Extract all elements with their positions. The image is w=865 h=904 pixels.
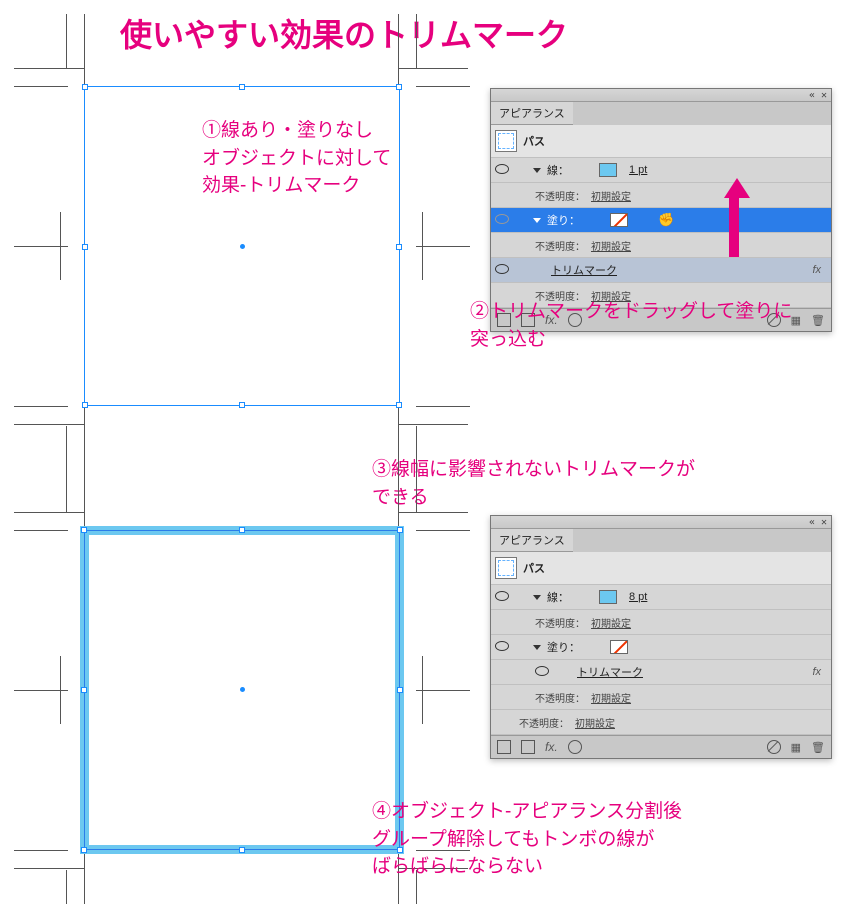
fill-row[interactable]: 塗り： (491, 635, 831, 660)
disclosure-triangle-icon[interactable] (533, 595, 541, 600)
trim-mark (14, 850, 68, 851)
new-fill-icon[interactable] (521, 740, 535, 754)
trim-mark (398, 512, 468, 513)
trim-mark (416, 530, 470, 531)
no-icon[interactable] (767, 740, 781, 754)
trim-mark (422, 656, 423, 724)
panel-titlebar[interactable]: « ✕ (491, 516, 831, 529)
annotation-3: ③線幅に影響されないトリムマークが できる (372, 456, 695, 511)
panel-footer: fx. (491, 735, 831, 758)
panel-titlebar[interactable]: « ✕ (491, 89, 831, 102)
fill-swatch-none[interactable] (610, 640, 628, 654)
appearance-panel-2[interactable]: « ✕ アピアランス パス 線： 8 pt 不透明度： 初期設定 (490, 515, 832, 759)
object-thumbnail (495, 557, 517, 579)
trim-mark (398, 68, 468, 69)
fx-icon[interactable]: fx (812, 666, 827, 678)
fill-opacity-row[interactable]: 不透明度： 初期設定 (491, 685, 831, 710)
annotation-4: ④オブジェクト-アピアランス分割後 グループ解除してもトンボの線が ばらばらにな… (372, 798, 682, 881)
drag-cursor-icon: ✊ (658, 212, 674, 228)
panel-tab[interactable]: アピアランス (491, 529, 573, 552)
annotation-2: ②トリムマークをドラッグして塗りに 突っ込む (470, 298, 792, 353)
fill-opacity-row[interactable]: 不透明度： 初期設定 (491, 233, 831, 258)
trim-mark (14, 68, 84, 69)
trim-mark (14, 512, 84, 513)
trim-mark (66, 14, 67, 68)
stroke-value[interactable]: 8 pt (629, 591, 647, 603)
visibility-icon[interactable] (495, 214, 509, 227)
trim-mark (416, 406, 470, 407)
fx-icon[interactable]: fx (812, 264, 827, 276)
trim-mark (14, 868, 84, 869)
stroke-swatch[interactable] (599, 163, 617, 177)
target-object-row: パス (491, 552, 831, 585)
stroke-opacity-row[interactable]: 不透明度： 初期設定 (491, 183, 831, 208)
duplicate-icon[interactable] (791, 740, 801, 754)
trim-mark (14, 530, 68, 531)
trim-mark (416, 458, 417, 512)
stroke-row[interactable]: 線： 8 pt (491, 585, 831, 610)
panel-close-icon[interactable]: ✕ (821, 517, 827, 528)
object-thumbnail (495, 130, 517, 152)
page-title: 使いやすい効果のトリムマーク (120, 10, 568, 56)
trimmark-effect-row[interactable]: トリムマーク fx (491, 660, 831, 685)
stroke-swatch[interactable] (599, 590, 617, 604)
disclosure-triangle-icon[interactable] (533, 218, 541, 223)
disclosure-triangle-icon[interactable] (533, 168, 541, 173)
trim-mark (398, 14, 399, 84)
trim-mark (66, 870, 67, 904)
trim-mark (60, 656, 61, 724)
visibility-icon[interactable] (495, 591, 509, 604)
trim-mark (14, 424, 84, 425)
trim-mark (416, 690, 470, 691)
fill-swatch-none[interactable] (610, 213, 628, 227)
trim-mark (398, 424, 468, 425)
clear-appearance-icon[interactable] (568, 740, 582, 754)
stroke-value[interactable]: 1 pt (629, 164, 647, 176)
stroke-opacity-row[interactable]: 不透明度： 初期設定 (491, 610, 831, 635)
drag-arrow (724, 178, 744, 257)
trim-mark (416, 14, 417, 68)
add-effect-icon[interactable]: fx. (545, 740, 558, 754)
visibility-icon[interactable] (495, 641, 509, 654)
trim-mark (14, 406, 68, 407)
trim-mark (84, 458, 85, 528)
panel-tab[interactable]: アピアランス (491, 102, 573, 125)
trim-mark (398, 458, 399, 528)
trim-mark (416, 246, 470, 247)
trim-mark (84, 852, 85, 904)
visibility-icon[interactable] (495, 264, 509, 277)
trim-mark (14, 86, 68, 87)
trim-mark (60, 212, 61, 280)
panel-collapse-icon[interactable]: « (809, 517, 815, 528)
appearance-panel-1[interactable]: « ✕ アピアランス パス 線： 1 pt 不透明度： 初期設定 (490, 88, 832, 332)
annotation-1: ①線あり・塗りなし オブジェクトに対して 効果-トリムマーク (202, 117, 391, 200)
trim-mark (84, 14, 85, 84)
object-opacity-row[interactable]: 不透明度： 初期設定 (491, 710, 831, 735)
panel-collapse-icon[interactable]: « (809, 90, 815, 101)
visibility-icon[interactable] (535, 666, 549, 679)
new-stroke-icon[interactable] (497, 740, 511, 754)
trim-mark (66, 458, 67, 512)
target-object-row: パス (491, 125, 831, 158)
delete-icon[interactable] (811, 740, 825, 754)
stroke-row[interactable]: 線： 1 pt (491, 158, 831, 183)
selected-rect-2[interactable] (80, 526, 404, 854)
trimmark-effect-row[interactable]: トリムマーク fx (491, 258, 831, 283)
delete-icon[interactable] (811, 313, 825, 327)
fill-row-selected[interactable]: 塗り： ✊ (491, 208, 831, 233)
trim-mark (416, 86, 470, 87)
disclosure-triangle-icon[interactable] (533, 645, 541, 650)
visibility-icon[interactable] (495, 164, 509, 177)
trim-mark (422, 212, 423, 280)
panel-close-icon[interactable]: ✕ (821, 90, 827, 101)
